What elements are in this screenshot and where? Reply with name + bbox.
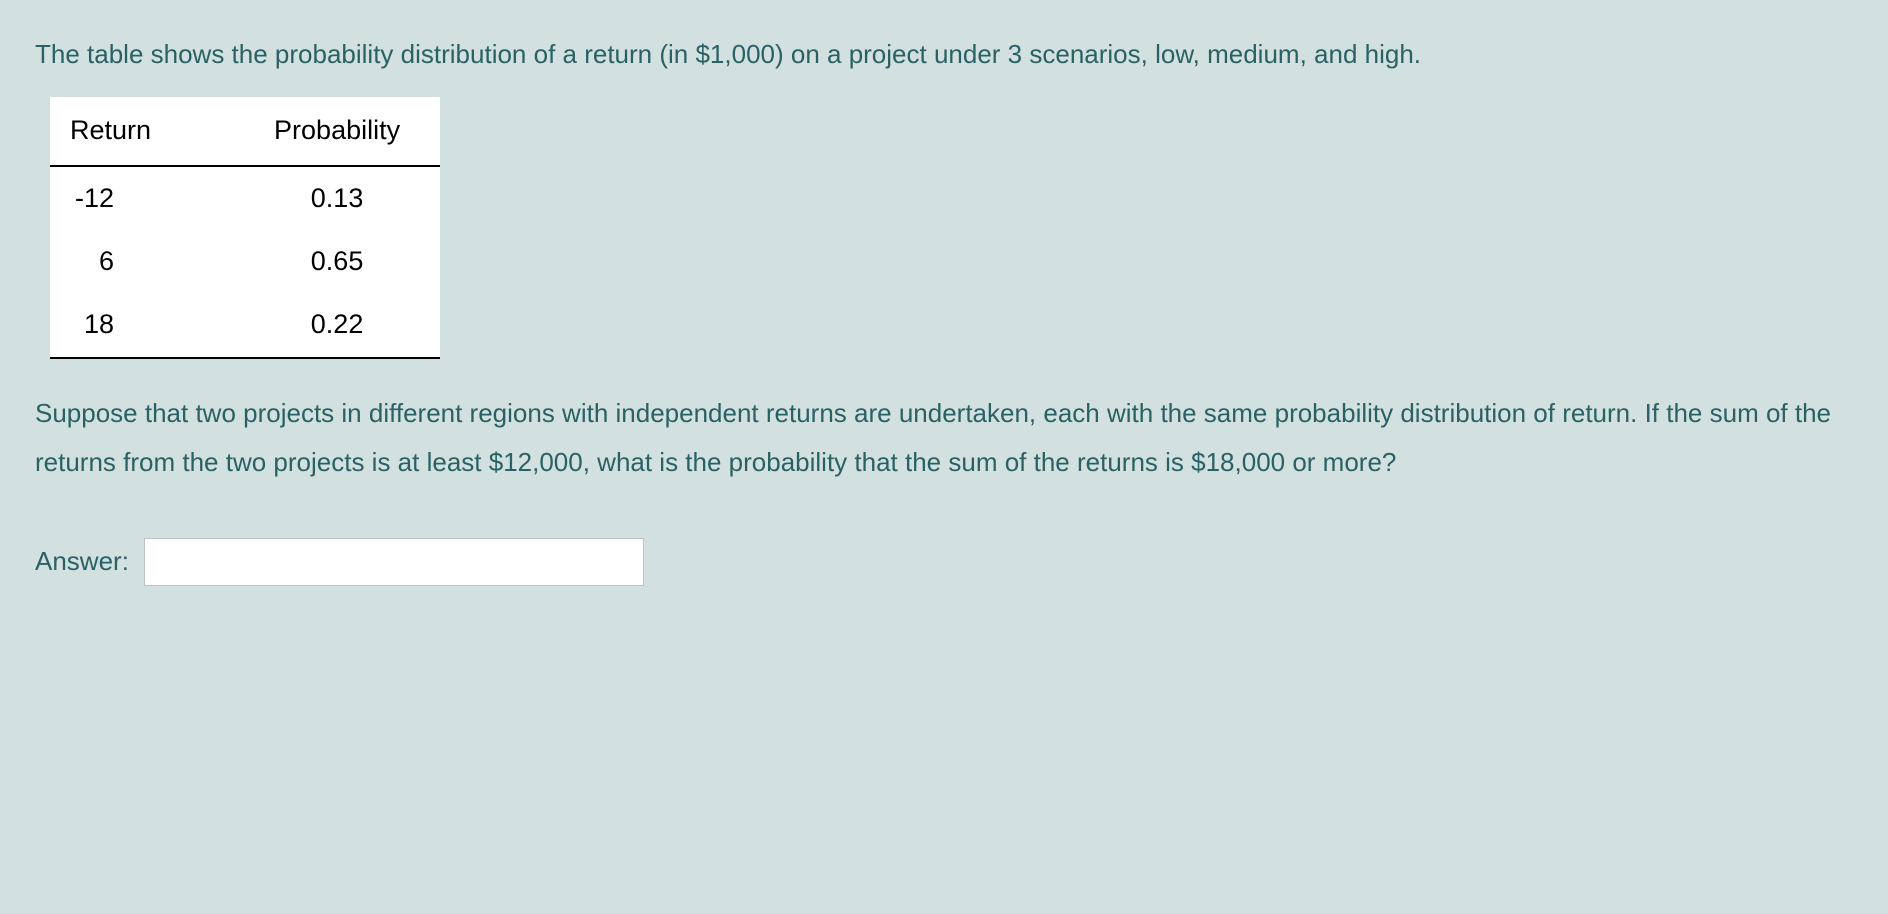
table-cell-return: 18: [50, 293, 224, 357]
answer-label: Answer:: [35, 537, 129, 586]
table-cell-probability: 0.65: [224, 230, 440, 293]
answer-input[interactable]: [144, 538, 644, 586]
answer-section: Answer:: [35, 537, 1853, 586]
table-header-probability: Probability: [224, 97, 440, 165]
table-cell-return: 6: [50, 230, 224, 293]
probability-table: Return Probability -12 0.13 6 0.65 18 0.…: [50, 97, 440, 358]
table-row: -12 0.13: [50, 166, 440, 230]
table-header-row: Return Probability: [50, 97, 440, 165]
table-row: 6 0.65: [50, 230, 440, 293]
table-cell-probability: 0.22: [224, 293, 440, 357]
table-cell-return: -12: [50, 166, 224, 230]
table-row: 18 0.22: [50, 293, 440, 357]
table-header-return: Return: [50, 97, 224, 165]
table-cell-probability: 0.13: [224, 166, 440, 230]
question-intro-text: The table shows the probability distribu…: [35, 30, 1853, 79]
question-body-text: Suppose that two projects in different r…: [35, 389, 1853, 488]
